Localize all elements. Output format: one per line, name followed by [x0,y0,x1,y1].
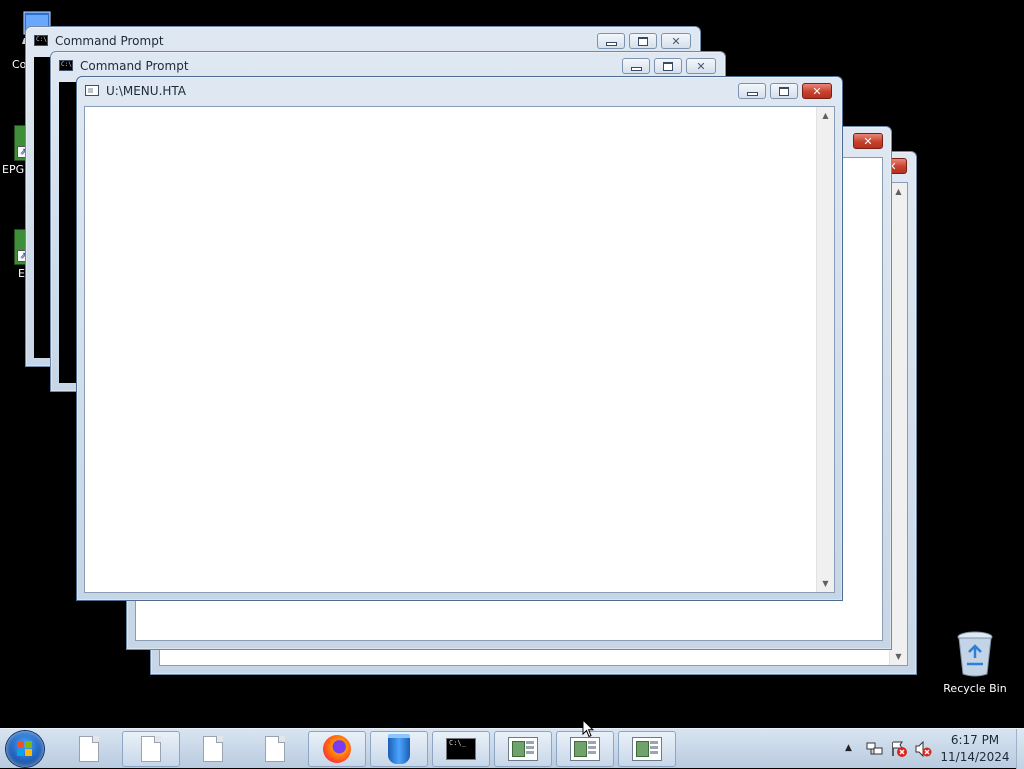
command-prompt-icon: C:\ [59,60,73,71]
taskbar-button-command-prompt[interactable]: C:\_ [432,731,490,767]
taskbar-button-document-1[interactable] [60,731,118,767]
desktop-icon-label: Recycle Bin [943,682,1007,695]
taskbar-button-firefox[interactable] [308,731,366,767]
firefox-icon [323,735,351,763]
close-button[interactable]: ✕ [853,133,883,149]
close-button[interactable]: ✕ [661,33,691,49]
minimize-button[interactable] [738,83,766,99]
maximize-button[interactable] [770,83,798,99]
bucket-icon [388,734,410,764]
desktop-icon-recycle-bin[interactable]: Recycle Bin [938,630,1012,695]
close-button[interactable]: ✕ [802,83,832,99]
close-icon: ✕ [812,84,822,98]
taskbar-button-hta-1[interactable] [494,731,552,767]
scroll-down-arrow-icon[interactable]: ▼ [817,575,834,592]
mouse-cursor-icon [582,719,594,738]
document-icon [265,736,285,762]
window-title: U:\MENU.HTA [106,84,187,98]
recycle-bin-icon [957,631,993,677]
hta-window-icon [508,737,538,761]
clock-date: 11/14/2024 [940,750,1010,764]
maximize-button[interactable] [654,58,682,74]
maximize-button[interactable] [629,33,657,49]
show-desktop-button[interactable] [1016,729,1024,769]
command-prompt-icon: C:\ [34,35,48,46]
taskbar-button-hta-3[interactable] [618,731,676,767]
minimize-button[interactable] [622,58,650,74]
scroll-up-arrow-icon[interactable]: ▲ [890,183,907,200]
title-bar[interactable]: U:\MENU.HTA [77,77,842,105]
window-title: Command Prompt [80,59,189,73]
minimize-icon [605,42,617,46]
hta-content-area[interactable]: ▲ ▼ [84,106,835,593]
network-icon[interactable] [866,741,884,757]
desktop-icon-label: E [18,267,25,280]
command-prompt-icon: C:\_ [446,738,476,760]
scroll-up-arrow-icon[interactable]: ▲ [817,107,834,124]
maximize-icon [779,86,789,96]
minimize-icon [746,92,758,96]
document-icon [141,736,161,762]
show-hidden-icons-chevron-icon[interactable]: ▲ [845,743,852,753]
minimize-icon [630,67,642,71]
taskbar-button-document-4[interactable] [246,731,304,767]
close-icon: ✕ [696,59,706,73]
minimize-button[interactable] [597,33,625,49]
hta-window-active[interactable]: U:\MENU.HTA ✕ ▲ ▼ [76,76,843,601]
taskbar-button-bucket[interactable] [370,731,428,767]
close-icon: ✕ [863,134,873,148]
taskbar: C:\_ ▲ 6:17 PM 11/14/2024 [0,728,1024,769]
maximize-icon [638,36,648,46]
vertical-scrollbar[interactable]: ▲ ▼ [816,107,834,592]
volume-muted-icon[interactable] [914,741,932,757]
close-icon: ✕ [671,34,681,48]
scroll-down-arrow-icon[interactable]: ▼ [890,648,907,665]
hta-window-icon [570,737,600,761]
hta-window-icon [632,737,662,761]
windows-logo-icon [17,741,33,757]
close-button[interactable]: ✕ [686,58,716,74]
clock[interactable]: 6:17 PM 11/14/2024 [935,732,1015,766]
taskbar-button-document-3[interactable] [184,731,242,767]
document-icon [203,736,223,762]
start-button[interactable] [6,731,44,767]
clock-time: 6:17 PM [950,733,1000,747]
hta-window-icon [85,85,99,96]
taskbar-button-document-2[interactable] [122,731,180,767]
maximize-icon [663,61,673,71]
document-icon [79,736,99,762]
window-title: Command Prompt [55,34,164,48]
action-center-flag-error-icon[interactable] [890,740,908,758]
